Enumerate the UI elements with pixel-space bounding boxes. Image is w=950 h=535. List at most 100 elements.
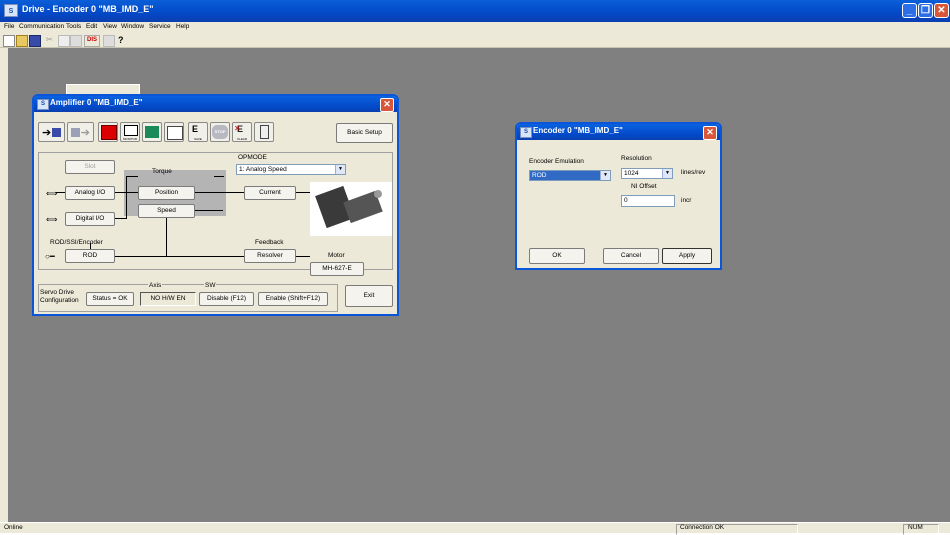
opmode-label: OPMODE	[238, 154, 267, 161]
wire-analog	[56, 192, 65, 193]
wire-position-current	[195, 192, 244, 193]
slot-button[interactable]: Slot	[65, 160, 115, 174]
encoder-window: S Encoder 0 "MB_IMD_E" ✕ Encoder Emulati…	[515, 122, 722, 270]
amplifier-title-bar[interactable]: S Amplifier 0 "MB_IMD_E" ✕	[34, 96, 397, 112]
exit-button[interactable]: Exit	[345, 285, 393, 307]
bode-plot-icon[interactable]	[164, 122, 184, 142]
wire-digital	[115, 218, 127, 219]
current-button[interactable]: Current	[244, 186, 296, 200]
resolution-unit: lines/rev	[681, 169, 706, 176]
maximize-button[interactable]: ❐	[918, 3, 933, 18]
wire-resolver-motor	[296, 256, 310, 257]
ni-offset-input[interactable]: 0	[621, 195, 675, 207]
encoder-title: Encoder 0 "MB_IMD_E"	[533, 126, 623, 135]
monitor-icon[interactable]: MONITOR	[120, 122, 140, 142]
axis-label: Axis	[148, 282, 163, 289]
enable-button[interactable]: Enable (Shift+F12)	[258, 292, 328, 306]
paste-icon[interactable]	[70, 35, 82, 47]
status-ok-button[interactable]: Status = OK	[86, 292, 134, 306]
analog-arrow-icon: ⟺	[46, 189, 58, 198]
copy-icon[interactable]	[58, 35, 70, 47]
resolver-button[interactable]: Resolver	[244, 249, 296, 263]
save-to-drive-icon[interactable]: ➔	[67, 122, 94, 142]
open-folder-icon[interactable]	[16, 35, 28, 47]
status-connection: Connection OK	[680, 524, 725, 531]
amplifier-window: S Amplifier 0 "MB_IMD_E" ✕ ➔ ➔ MONITOR E…	[32, 94, 399, 316]
minimize-button[interactable]: _	[902, 3, 917, 18]
ni-offset-unit: incr	[681, 197, 692, 204]
position-button[interactable]: Position	[138, 186, 195, 200]
status-bar: Online Connection OK NUM	[0, 522, 950, 535]
amplifier-icon-toolbar: ➔ ➔ MONITOR E SAVE STOP E ✕ CLEAR	[38, 122, 338, 144]
app-icon: S	[4, 4, 18, 17]
help-icon[interactable]: ?	[118, 35, 128, 45]
wire-rod-resolver	[115, 256, 244, 257]
left-strip	[0, 48, 8, 523]
toolbar: ✂ DIS ?	[0, 33, 950, 48]
encoder-emulation-select[interactable]: ROD ▼	[529, 170, 611, 181]
menu-bar: File Communication Tools Edit View Windo…	[0, 22, 950, 33]
menu-tools[interactable]: Tools	[66, 23, 81, 30]
wire-torque	[126, 176, 138, 177]
rod-button[interactable]: ROD	[65, 249, 115, 263]
amplifier-title: Amplifier 0 "MB_IMD_E"	[50, 98, 143, 107]
digital-io-button[interactable]: Digital I/O	[65, 212, 115, 226]
axis-status: NO H/W EN	[140, 292, 196, 306]
speed-button[interactable]: Speed	[138, 204, 195, 218]
menu-window[interactable]: Window	[121, 23, 144, 30]
ok-button[interactable]: OK	[529, 248, 585, 264]
digital-arrow-icon: ⟺	[46, 215, 58, 224]
servo-drive-config-label: Servo Drive Configuration	[40, 289, 79, 304]
apply-button[interactable]: Apply	[662, 248, 712, 264]
basic-setup-button[interactable]: Basic Setup	[336, 123, 393, 143]
cancel-button[interactable]: Cancel	[603, 248, 659, 264]
chevron-down-icon[interactable]: ▼	[600, 171, 610, 180]
resolution-value: 1024	[624, 170, 639, 177]
encoder-window-icon: S	[520, 127, 532, 138]
wire-switch-top	[214, 176, 224, 177]
chevron-down-icon[interactable]: ▼	[662, 169, 672, 178]
opmode-select[interactable]: 1: Analog Speed ▼	[236, 164, 346, 175]
print-icon[interactable]	[103, 35, 115, 47]
menu-service[interactable]: Service	[149, 23, 171, 30]
oscilloscope-icon[interactable]	[142, 122, 162, 142]
opmode-value: 1: Analog Speed	[239, 166, 287, 173]
wire-vertical-left	[126, 176, 127, 218]
cut-icon[interactable]: ✂	[46, 35, 56, 45]
dis-button[interactable]: DIS	[84, 35, 100, 47]
feedback-label: Feedback	[255, 239, 284, 246]
drive-icon[interactable]	[98, 122, 118, 142]
resolution-select[interactable]: 1024 ▼	[621, 168, 673, 179]
amplifier-close-button[interactable]: ✕	[380, 98, 394, 112]
motor-model-button[interactable]: MH-627-E	[310, 262, 364, 276]
save-eeprom-icon[interactable]: E SAVE	[188, 122, 208, 142]
encoder-close-button[interactable]: ✕	[703, 126, 717, 140]
menu-communication[interactable]: Communication	[19, 23, 64, 30]
menu-help[interactable]: Help	[176, 23, 189, 30]
encoder-title-bar[interactable]: S Encoder 0 "MB_IMD_E" ✕	[517, 124, 720, 140]
motor-image	[310, 182, 392, 236]
analog-io-button[interactable]: Analog I/O	[65, 186, 115, 200]
wire-rod-top	[90, 243, 91, 249]
disable-button[interactable]: Disable (F12)	[199, 292, 254, 306]
stop-icon[interactable]: STOP	[210, 122, 230, 142]
encoder-emulation-label: Encoder Emulation	[529, 158, 584, 165]
status-num: NUM	[908, 524, 923, 531]
app-title: Drive - Encoder 0 "MB_IMD_E"	[22, 4, 154, 14]
app-title-bar[interactable]: S Drive - Encoder 0 "MB_IMD_E" _ ❐ ✕	[0, 0, 950, 22]
reset-icon[interactable]	[254, 122, 274, 142]
load-icon[interactable]: ➔	[38, 122, 65, 142]
menu-file[interactable]: File	[4, 23, 14, 30]
clear-fault-icon[interactable]: E ✕ CLEAR	[232, 122, 252, 142]
menu-view[interactable]: View	[103, 23, 117, 30]
new-file-icon[interactable]	[3, 35, 15, 47]
wire-current-motor	[296, 192, 310, 193]
torque-label: Torque	[152, 168, 172, 175]
close-button[interactable]: ✕	[934, 3, 949, 18]
amplifier-window-icon: S	[37, 99, 49, 110]
encoder-emulation-value: ROD	[532, 172, 547, 179]
wire-speed-feedback	[166, 218, 167, 256]
save-icon[interactable]	[29, 35, 41, 47]
chevron-down-icon[interactable]: ▼	[335, 165, 345, 174]
menu-edit[interactable]: Edit	[86, 23, 97, 30]
